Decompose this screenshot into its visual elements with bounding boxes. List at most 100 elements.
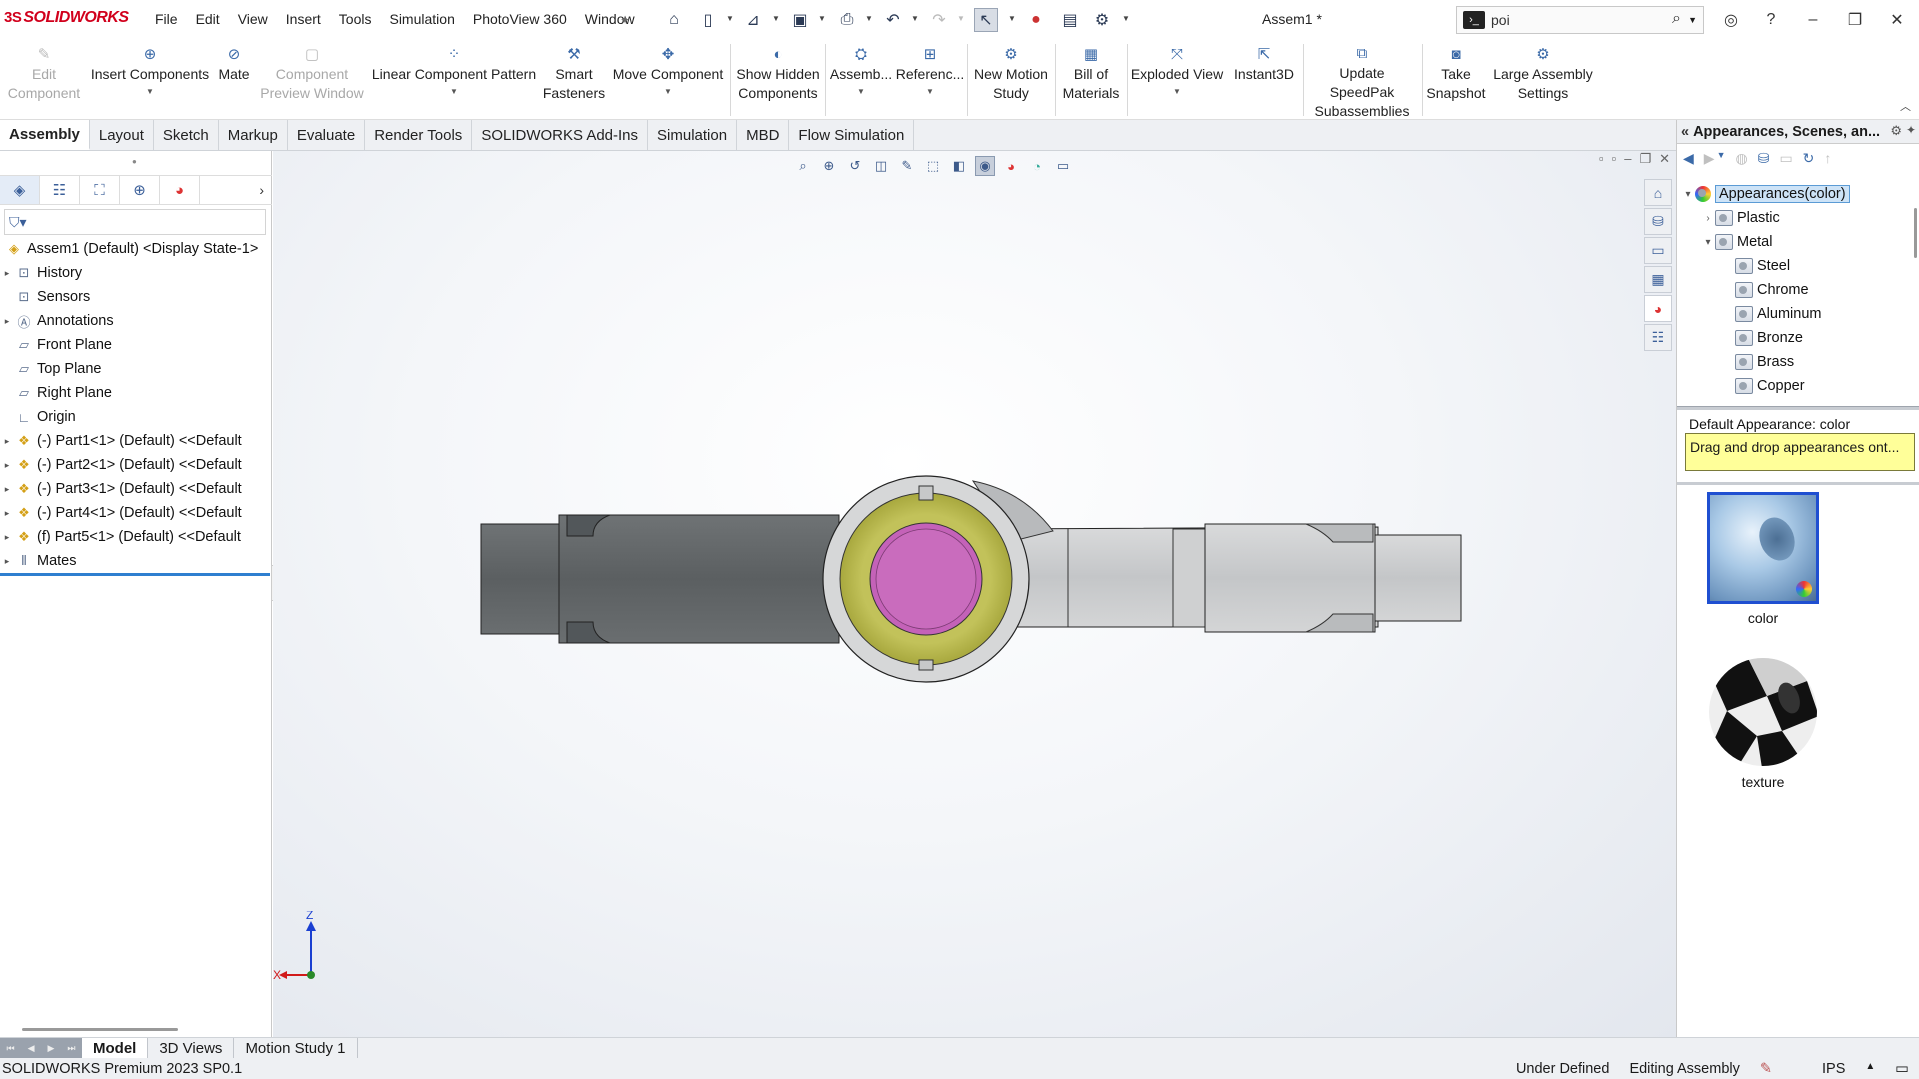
design-library-icon[interactable]: ⛁ (1644, 208, 1672, 235)
assembly-model[interactable] (273, 151, 1676, 1037)
redo-icon[interactable]: ↷ (927, 8, 951, 32)
new-motion-study-button[interactable]: ⚙ New Motion Study (970, 42, 1052, 118)
solidworks-logo[interactable]: 3S SOLIDWORKS (4, 9, 129, 27)
tree-item-history[interactable]: ▸ ⊡ History (0, 261, 272, 285)
more-tabs-chevron-icon[interactable]: › (259, 182, 264, 198)
view-palette-icon[interactable]: ▦ (1644, 266, 1672, 293)
rebuild-icon[interactable]: ● (1024, 8, 1048, 32)
expand-icon[interactable]: ▸ (0, 316, 14, 327)
new-folder-icon[interactable]: ▭ (1779, 150, 1792, 167)
tab-motion-study[interactable]: Motion Study 1 (234, 1038, 358, 1058)
forward-icon[interactable]: ▶ (1704, 150, 1715, 167)
pane-splitter[interactable] (1677, 482, 1919, 485)
bill-of-materials-button[interactable]: ▦ Bill of Materials (1058, 42, 1124, 118)
reference-geometry-button[interactable]: ⊞ Referenc... ▼ (896, 42, 964, 118)
metal-brass[interactable]: Brass (1677, 350, 1909, 374)
tab-layout[interactable]: Layout (90, 120, 154, 150)
tab-evaluate[interactable]: Evaluate (288, 120, 366, 150)
tab-sketch[interactable]: Sketch (154, 120, 219, 150)
tree-item-annotations[interactable]: ▸ Ⓐ Annotations (0, 309, 272, 333)
print-dropdown-icon[interactable]: ▼ (865, 14, 873, 23)
back-icon[interactable]: ◀ (1683, 150, 1694, 167)
add-folder-icon[interactable]: ⛁ (1758, 150, 1770, 167)
expand-icon[interactable]: › (1701, 213, 1715, 224)
rebuild-status-icon[interactable]: ✎ (1750, 1061, 1782, 1077)
menu-view[interactable]: View (229, 11, 277, 27)
tree-item-front-plane[interactable]: ▱ Front Plane (0, 333, 272, 357)
add-location-icon[interactable]: ◍ (1735, 150, 1747, 167)
home-icon[interactable]: ⌂ (662, 8, 686, 32)
open-icon[interactable]: ⊿ (741, 8, 765, 32)
appearance-category-metal[interactable]: ▾ Metal (1677, 230, 1909, 254)
tab-mbd[interactable]: MBD (737, 120, 790, 150)
select-arrow-icon[interactable]: ↖ (974, 8, 998, 32)
expand-icon[interactable]: ▸ (0, 436, 14, 447)
horizontal-scrollbar[interactable] (22, 1028, 178, 1031)
display-manager-tab-icon[interactable]: ◕ (160, 176, 200, 204)
feature-manager-tab-icon[interactable]: ◈ (0, 176, 40, 204)
unit-system[interactable]: IPS (1782, 1061, 1855, 1077)
appearance-thumb-color[interactable]: color (1707, 492, 1819, 626)
tree-item-right-plane[interactable]: ▱ Right Plane (0, 381, 272, 405)
tree-item-part4[interactable]: ▸ ❖ (-) Part4<1> (Default) <<Default (0, 501, 272, 525)
save-dropdown-icon[interactable]: ▼ (818, 14, 826, 23)
tree-item-sensors[interactable]: ⊡ Sensors (0, 285, 272, 309)
tree-root[interactable]: ◈ Assem1 (Default) <Display State-1> (0, 237, 272, 261)
rollback-bar[interactable] (0, 573, 270, 576)
menu-edit[interactable]: Edit (187, 11, 229, 27)
update-speedpak-button[interactable]: ⧉ Update SpeedPak Subassemblies (1306, 42, 1418, 119)
last-tab-icon[interactable]: ⏭ (67, 1043, 75, 1054)
menu-photoview[interactable]: PhotoView 360 (464, 11, 576, 27)
metal-bronze[interactable]: Bronze (1677, 326, 1909, 350)
left-rod-end[interactable] (480, 514, 840, 644)
custom-properties-icon[interactable]: ☷ (1644, 324, 1672, 351)
component-preview-button[interactable]: ▢ Component Preview Window (256, 42, 368, 118)
history-dropdown-icon[interactable]: ▼ (1717, 150, 1726, 167)
print-icon[interactable]: ⎙ (835, 8, 859, 32)
file-properties-icon[interactable]: ▤ (1058, 8, 1082, 32)
smart-fasteners-button[interactable]: ⚒ Smart Fasteners (540, 42, 608, 118)
redo-dropdown-icon[interactable]: ▼ (957, 14, 965, 23)
metal-steel[interactable]: Steel (1677, 254, 1909, 278)
expand-icon[interactable]: ▸ (0, 556, 14, 567)
close-icon[interactable]: ✕ (1884, 8, 1910, 32)
expand-icon[interactable]: ▸ (0, 532, 14, 543)
collapse-pane-icon[interactable]: « (1681, 124, 1689, 140)
pane-options-gear-icon[interactable]: ⚙ (1890, 123, 1902, 139)
pivot-eye[interactable] (822, 475, 1054, 683)
expand-icon[interactable]: ▸ (0, 484, 14, 495)
tree-vertical-scrollbar[interactable] (1914, 208, 1917, 258)
appearance-thumb-texture[interactable]: texture (1707, 656, 1819, 790)
show-hidden-components-button[interactable]: ◐ Show Hidden Components (734, 42, 822, 118)
up-level-icon[interactable]: ↑ (1824, 150, 1831, 167)
file-explorer-icon[interactable]: ▭ (1644, 237, 1672, 264)
take-snapshot-button[interactable]: ◙ Take Snapshot (1425, 42, 1487, 118)
panel-grip-icon[interactable]: ● (132, 157, 137, 166)
undo-icon[interactable]: ↶ (881, 8, 905, 32)
appearances-tab-icon[interactable]: ◕ (1644, 295, 1672, 322)
expand-icon[interactable]: ▸ (0, 268, 14, 279)
configuration-manager-tab-icon[interactable]: ⛶ (80, 176, 120, 204)
command-search-icon[interactable]: ›_ (1463, 11, 1485, 29)
exploded-view-button[interactable]: ⤧ Exploded View ▼ (1130, 42, 1224, 118)
tab-3d-views[interactable]: 3D Views (148, 1038, 235, 1058)
property-manager-tab-icon[interactable]: ☷ (40, 176, 80, 204)
metal-aluminum[interactable]: Aluminum (1677, 302, 1909, 326)
tree-item-mates[interactable]: ▸ ⫴ Mates (0, 549, 272, 573)
menu-file[interactable]: File (146, 11, 187, 27)
account-icon[interactable]: ◎ (1718, 8, 1744, 32)
search-input[interactable] (1491, 12, 1651, 28)
linear-pattern-button[interactable]: ⁘ Linear Component Pattern ▼ (370, 42, 538, 118)
graphics-area[interactable]: ⌕ ⊕ ↺ ◫ ✎ ⬚ ◧ ◉ ◕ ◔ ▭ ▫ ▫ – ❐ ✕ ⌂ ⛁ ▭ ▦ … (273, 151, 1676, 1037)
mate-button[interactable]: ⊘ Mate (214, 42, 254, 118)
tab-model[interactable]: Model (82, 1038, 149, 1058)
menu-insert[interactable]: Insert (277, 11, 330, 27)
first-tab-icon[interactable]: ⏮ (6, 1043, 14, 1054)
tree-item-top-plane[interactable]: ▱ Top Plane (0, 357, 272, 381)
restore-icon[interactable]: ❐ (1842, 8, 1868, 32)
collapse-icon[interactable]: ▾ (1701, 237, 1715, 248)
tree-item-part2[interactable]: ▸ ❖ (-) Part2<1> (Default) <<Default (0, 453, 272, 477)
expand-icon[interactable]: ▸ (0, 460, 14, 471)
tab-flow-simulation[interactable]: Flow Simulation (789, 120, 915, 150)
pane-splitter[interactable] (1677, 406, 1919, 410)
